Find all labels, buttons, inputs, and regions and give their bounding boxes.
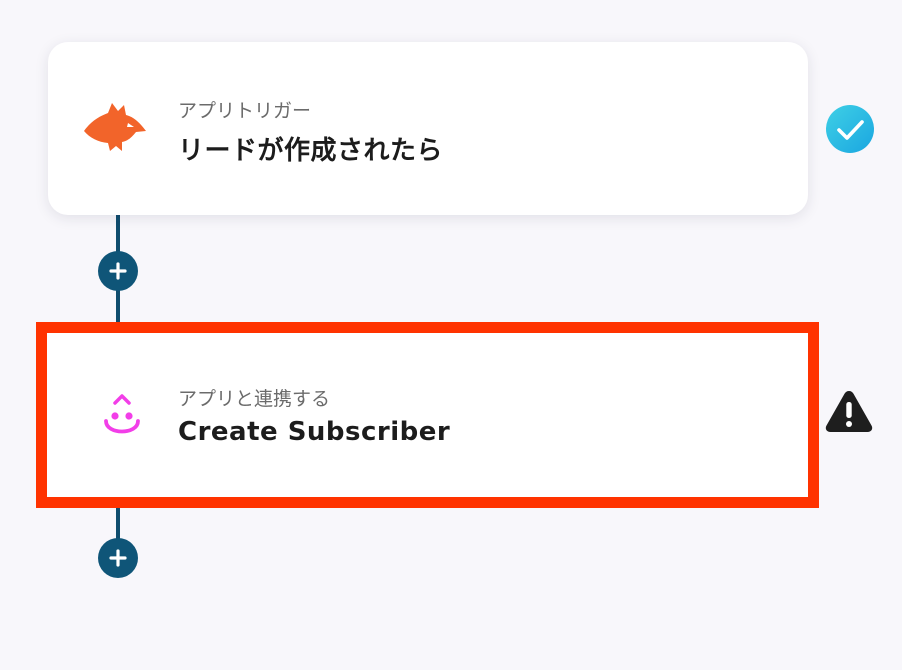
smile-drop-icon: [89, 384, 155, 450]
step-title: リードが作成されたら: [178, 136, 444, 166]
step-kind-label: アプリと連携する: [178, 388, 331, 410]
check-circle-icon: [826, 105, 874, 153]
step-kind-label: アプリトリガー: [178, 100, 312, 122]
smile-drop-icon-graphic: [104, 394, 140, 434]
warning-triangle-icon-graphic: [825, 391, 873, 432]
add-step-button[interactable]: [98, 538, 138, 578]
plus-icon: [109, 549, 127, 567]
fox-icon: [82, 96, 148, 162]
check-circle-icon-graphic: [826, 105, 874, 153]
step-title: Create Subscriber: [178, 417, 451, 447]
warning-triangle-icon: [824, 388, 874, 434]
plus-icon: [109, 262, 127, 280]
fox-icon-graphic: [84, 103, 146, 151]
step-card-trigger[interactable]: アプリトリガー リードが作成されたら: [48, 42, 808, 215]
add-step-button[interactable]: [98, 251, 138, 291]
step-card-action[interactable]: アプリと連携する Create Subscriber: [36, 322, 819, 508]
